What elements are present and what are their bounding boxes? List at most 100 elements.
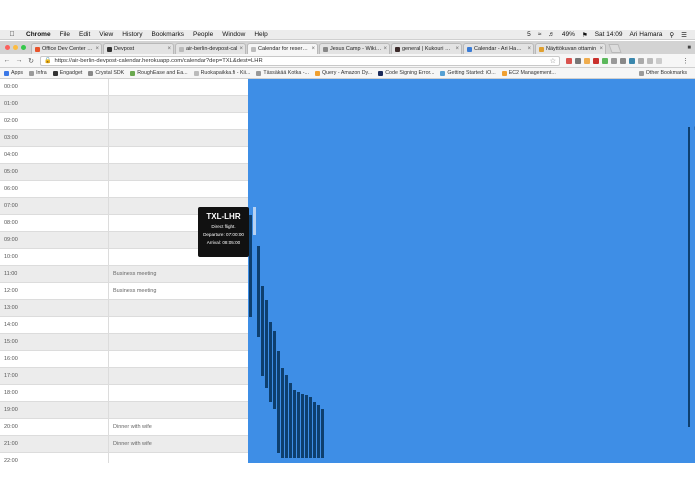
extension-icon[interactable] [620,57,626,64]
url-input[interactable] [54,57,535,64]
calendar-event[interactable]: Dinner with wife [113,441,152,447]
flight-bar[interactable] [285,374,288,459]
tab-3[interactable]: Calendar for reservatio × [247,43,318,54]
tab-close-icon[interactable]: × [239,46,243,52]
search-icon[interactable]: ⚲ [669,31,674,39]
flight-bar[interactable] [269,322,272,402]
flight-bar[interactable] [277,351,280,453]
timeline-row[interactable]: 22:00 [0,453,248,463]
menu-chrome[interactable]: Chrome [26,31,51,38]
menu-history[interactable]: History [122,31,142,38]
flag-icon[interactable]: ⚑ [582,31,588,39]
battery-percent[interactable]: 49% [562,31,575,38]
timeline-row[interactable]: 20:00 Dinner with wife [0,419,248,436]
bookmark-item[interactable]: Apps [4,70,23,76]
timeline-row[interactable]: 06:00 [0,181,248,198]
address-bar[interactable]: 🔒 ☆ [40,55,560,66]
calendar-event[interactable]: Business meeting [113,271,156,277]
calendar-event[interactable]: Dinner with wife [113,424,152,430]
volume-icon[interactable]: ♬ [548,31,555,38]
flight-bar[interactable] [289,383,292,459]
menu-people[interactable]: People [193,31,213,38]
bookmark-item[interactable]: Getting Started: iO... [440,70,496,76]
timeline-row[interactable]: 16:00 [0,351,248,368]
flight-bar[interactable] [257,245,260,338]
flight-bar[interactable] [249,215,252,317]
tab-close-icon[interactable]: × [599,46,603,52]
timeline-row[interactable]: 15:00 [0,334,248,351]
menu-file[interactable]: File [60,31,70,38]
flight-bar[interactable] [261,286,264,377]
timeline-row[interactable]: 17:00 [0,368,248,385]
timeline-row[interactable]: 14:00 [0,317,248,334]
tab-6[interactable]: Calendar - Ari Hamara × [463,43,534,54]
other-bookmarks[interactable]: Other Bookmarks [638,70,687,76]
tab-0[interactable]: Office Dev Center - Of × [31,43,102,54]
extension-icon[interactable] [638,57,644,64]
close-window-icon[interactable] [5,45,10,50]
bookmark-item[interactable]: Engadget [52,70,82,76]
minimize-window-icon[interactable] [13,45,18,50]
chrome-menu-icon[interactable]: ⋮ [682,57,689,65]
scrollbar-track[interactable] [688,127,690,427]
extension-icon[interactable] [629,57,635,64]
bookmark-item[interactable]: RoughEase and Ea... [130,70,188,76]
tab-1[interactable]: Devpost × [103,43,174,54]
back-icon[interactable]: ← [2,57,12,64]
apple-icon[interactable]:  [7,31,17,38]
user-name[interactable]: Ari Hamara [630,31,663,38]
timeline-row[interactable]: 12:00 Business meeting [0,283,248,300]
flight-bar[interactable] [305,395,308,459]
flight-bar[interactable] [309,396,312,459]
flight-bar[interactable] [265,300,268,389]
tab-close-icon[interactable]: × [383,46,387,52]
extension-icon[interactable] [611,57,617,64]
flight-bar[interactable] [293,390,296,459]
menu-edit[interactable]: Edit [79,31,90,38]
tab-close-icon[interactable]: × [527,46,531,52]
timeline-row[interactable]: 11:00 Business meeting [0,266,248,283]
tab-close-icon[interactable]: × [455,46,459,52]
calendar-event[interactable]: Business meeting [113,288,156,294]
menu-view[interactable]: View [99,31,113,38]
extension-icon[interactable] [593,57,599,64]
tab-close-icon[interactable]: × [311,46,315,52]
flight-bar[interactable] [297,391,300,459]
notification-count[interactable]: 5 [527,31,531,38]
timeline-row[interactable]: 19:00 [0,402,248,419]
bookmark-star-icon[interactable]: ☆ [550,57,556,65]
bookmark-item[interactable]: Ruokapaikka.fi - Kii... [193,70,250,76]
bookmark-item[interactable]: Crystal SDK [88,70,124,76]
tab-7[interactable]: Näyttökuvan ottamin × [535,43,606,54]
zoom-window-icon[interactable] [21,45,26,50]
timeline-row[interactable]: 21:00 Dinner with wife [0,436,248,453]
reload-icon[interactable]: ↻ [26,57,36,65]
timeline-row[interactable]: 01:00 [0,96,248,113]
tab-5[interactable]: general | Kukouri Black × [391,43,462,54]
timeline-row[interactable]: 04:00 [0,147,248,164]
forward-icon[interactable]: → [14,57,24,64]
bookmark-item[interactable]: Infra [29,70,47,76]
profile-icon[interactable]: ■ [687,45,691,51]
extension-icon[interactable] [656,57,662,64]
bookmark-item[interactable]: Query - Amazon Dy... [314,70,372,76]
flight-bar[interactable] [281,368,284,459]
flight-bar[interactable] [321,408,324,459]
flight-bar[interactable] [313,402,316,459]
timeline-row[interactable]: 03:00 [0,130,248,147]
tab-close-icon[interactable]: × [167,46,171,52]
tab-close-icon[interactable]: × [95,46,99,52]
timeline-row[interactable]: 13:00 [0,300,248,317]
menu-bookmarks[interactable]: Bookmarks [151,31,184,38]
timeline-row[interactable]: 05:00 [0,164,248,181]
extension-icon[interactable] [566,57,572,64]
bookmark-item[interactable]: Code Signing Error... [378,70,434,76]
extension-icon[interactable] [584,57,590,64]
tab-4[interactable]: Jesus Camp - Wikipedi × [319,43,390,54]
menu-window[interactable]: Window [222,31,245,38]
new-tab-button[interactable] [608,44,622,53]
flight-bar[interactable] [317,405,320,459]
tab-2[interactable]: air-berlin-devpost-cal × [175,43,246,54]
extension-icon[interactable] [575,57,581,64]
wifi-icon[interactable]: ≈ [538,31,542,38]
